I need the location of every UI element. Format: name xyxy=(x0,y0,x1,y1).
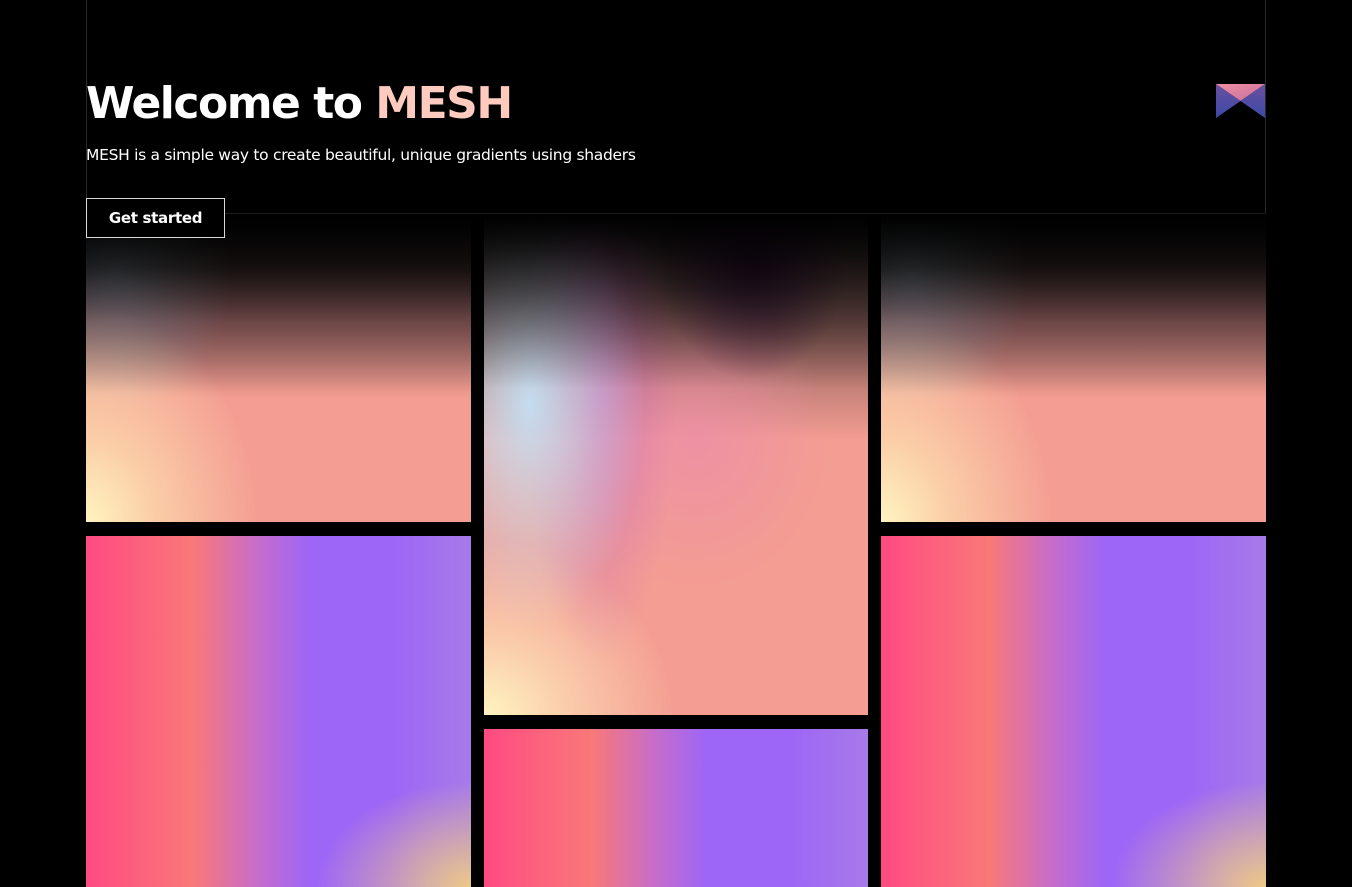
frame-line-right xyxy=(1265,0,1266,215)
landing-page: Welcome to MESH MESH is a simple way to … xyxy=(0,0,1352,887)
gradient-tile-cool-short[interactable] xyxy=(484,729,868,887)
page-title: Welcome to MESH xyxy=(86,78,513,129)
title-prefix: Welcome to xyxy=(86,78,363,129)
gradient-tile-warm-1[interactable] xyxy=(86,214,471,522)
brand-name: MESH xyxy=(375,78,513,129)
gradient-tile-warm-tall[interactable] xyxy=(484,214,868,715)
page-subtitle: MESH is a simple way to create beautiful… xyxy=(86,146,636,164)
gradient-tile-warm-2[interactable] xyxy=(881,214,1266,522)
gradient-tile-cool-2[interactable] xyxy=(881,536,1266,887)
get-started-button[interactable]: Get started xyxy=(86,198,225,238)
gradient-tile-cool-1[interactable] xyxy=(86,536,471,887)
mesh-logo-icon[interactable] xyxy=(1216,84,1265,118)
